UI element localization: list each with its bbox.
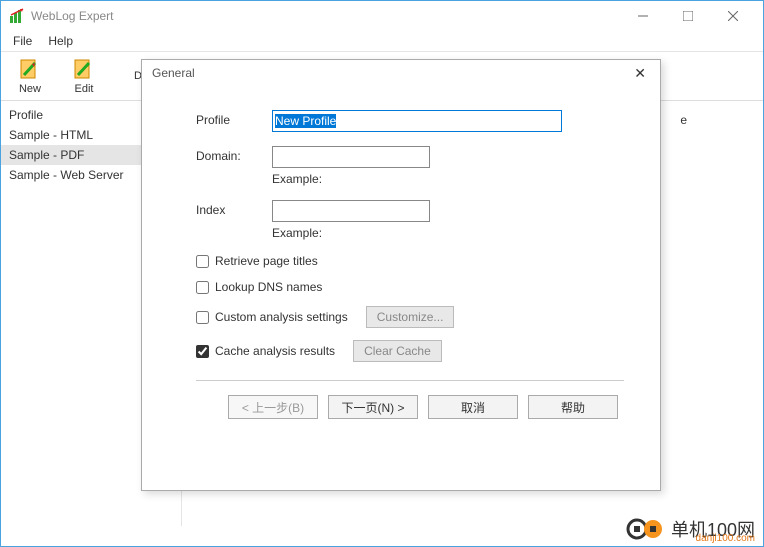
- watermark-url: danji100.com: [696, 533, 755, 544]
- help-button[interactable]: 帮助: [528, 395, 618, 419]
- menubar: File Help: [1, 31, 763, 51]
- next-button[interactable]: 下一页(N) >: [328, 395, 418, 419]
- index-input[interactable]: [272, 200, 430, 222]
- toolbar-new[interactable]: New: [9, 57, 51, 95]
- custom-label: Custom analysis settings: [215, 310, 348, 324]
- dns-checkbox[interactable]: [196, 281, 209, 294]
- domain-row: Domain: Example:: [196, 146, 624, 186]
- cache-checkbox[interactable]: [196, 345, 209, 358]
- edit-icon: [72, 57, 96, 81]
- clear-cache-button[interactable]: Clear Cache: [353, 340, 442, 362]
- toolbar-edit-label: Edit: [75, 83, 94, 95]
- menu-file[interactable]: File: [7, 32, 38, 50]
- domain-example: Example:: [272, 172, 624, 186]
- index-label: Index: [196, 200, 272, 217]
- dialog-close-button[interactable]: ✕: [630, 65, 650, 82]
- toolbar-new-label: New: [19, 83, 41, 95]
- profile-row: Profile New Profile: [196, 110, 624, 132]
- column-header-fragment: e: [680, 113, 687, 127]
- cancel-button[interactable]: 取消: [428, 395, 518, 419]
- dialog-separator: [196, 380, 624, 381]
- watermark-logo-icon: [625, 516, 665, 542]
- retrieve-row: Retrieve page titles: [196, 254, 624, 268]
- custom-checkbox[interactable]: [196, 311, 209, 324]
- watermark: 单机100网 danji100.com: [625, 516, 755, 542]
- maximize-button[interactable]: [665, 2, 710, 30]
- toolbar-edit[interactable]: Edit: [63, 57, 105, 95]
- dialog-body: Profile New Profile Domain: Example: Ind…: [142, 86, 660, 429]
- dns-row: Lookup DNS names: [196, 280, 624, 294]
- customize-button[interactable]: Customize...: [366, 306, 455, 328]
- menu-help[interactable]: Help: [42, 32, 79, 50]
- dialog-title-text: General: [152, 66, 195, 80]
- profile-input[interactable]: New Profile: [272, 110, 562, 132]
- index-example: Example:: [272, 226, 624, 240]
- index-row: Index Example:: [196, 200, 624, 240]
- custom-row: Custom analysis settings Customize...: [196, 306, 624, 328]
- close-button[interactable]: [710, 2, 755, 30]
- minimize-button[interactable]: [620, 2, 665, 30]
- dialog-titlebar: General ✕: [142, 60, 660, 86]
- titlebar: WebLog Expert: [1, 1, 763, 31]
- window-title: WebLog Expert: [31, 9, 620, 23]
- back-button[interactable]: < 上一步(B): [228, 395, 318, 419]
- app-icon: [9, 8, 25, 24]
- dns-label: Lookup DNS names: [215, 280, 322, 294]
- general-dialog: General ✕ Profile New Profile Domain: Ex…: [141, 59, 661, 491]
- domain-label: Domain:: [196, 146, 272, 163]
- cache-row: Cache analysis results Clear Cache: [196, 340, 624, 362]
- domain-input[interactable]: [272, 146, 430, 168]
- cache-label: Cache analysis results: [215, 344, 335, 358]
- dialog-buttons: < 上一步(B) 下一页(N) > 取消 帮助: [196, 395, 624, 419]
- profile-input-value: New Profile: [275, 114, 336, 128]
- retrieve-label: Retrieve page titles: [215, 254, 318, 268]
- profile-label: Profile: [196, 110, 272, 127]
- new-icon: [18, 57, 42, 81]
- retrieve-checkbox[interactable]: [196, 255, 209, 268]
